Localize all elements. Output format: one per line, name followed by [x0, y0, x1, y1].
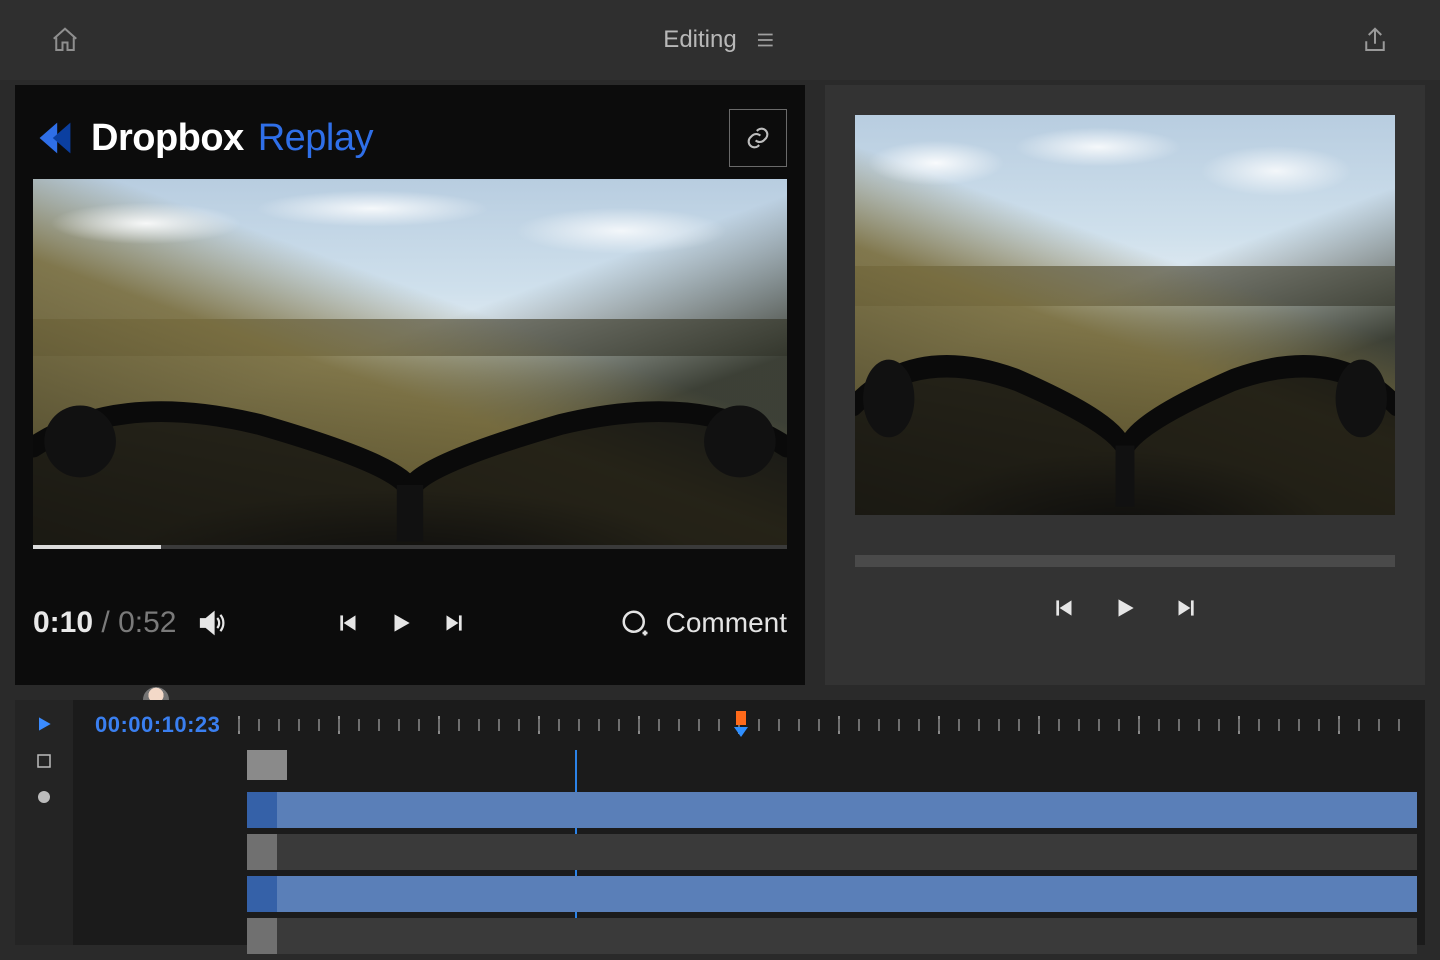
timeline-track[interactable] — [247, 750, 1417, 780]
preview-progress-bar[interactable] — [855, 555, 1395, 567]
playback-time: 0:10 / 0:52 — [33, 606, 176, 640]
duration: 0:52 — [118, 606, 176, 639]
timeline-record-icon[interactable] — [35, 788, 53, 806]
project-title: Editing — [663, 26, 736, 54]
add-comment-icon — [620, 608, 650, 638]
play-icon[interactable] — [388, 610, 414, 636]
timeline-panel: 00:00:10:23 — [15, 700, 1425, 945]
timeline-ruler-row: 00:00:10:23 — [73, 700, 1425, 750]
preview-panel — [825, 85, 1425, 685]
main-progress-fill — [33, 545, 161, 549]
comment-label: Comment — [666, 607, 787, 639]
timeline-track[interactable] — [247, 876, 1417, 912]
preview-play-icon[interactable] — [1112, 595, 1138, 621]
share-icon[interactable] — [1360, 25, 1390, 55]
replay-mark-icon — [33, 116, 77, 160]
add-comment-button[interactable]: Comment — [620, 607, 787, 639]
current-time: 0:10 — [33, 606, 93, 639]
main-video-viewport[interactable] — [33, 179, 787, 549]
timeline-body: 00:00:10:23 — [73, 700, 1425, 945]
menu-icon — [755, 29, 777, 51]
timeline-timecode: 00:00:10:23 — [95, 712, 220, 738]
link-icon — [744, 124, 772, 152]
preview-transport-controls — [855, 595, 1395, 621]
replay-panel: Dropbox Replay — [15, 85, 805, 685]
timeline-ruler[interactable] — [238, 709, 1417, 741]
logo-product: Replay — [258, 117, 373, 160]
preview-video-viewport[interactable] — [855, 115, 1395, 515]
timeline-track[interactable] — [247, 918, 1417, 954]
frame-back-icon[interactable] — [336, 610, 362, 636]
timeline-track[interactable] — [247, 792, 1417, 828]
top-bar: Editing — [0, 0, 1440, 80]
playhead-icon — [734, 727, 748, 737]
volume-icon[interactable] — [196, 608, 226, 638]
timeline-playhead[interactable] — [734, 711, 748, 741]
main-transport-controls — [336, 610, 466, 636]
timeline-play-icon[interactable] — [34, 714, 54, 734]
project-title-menu[interactable]: Editing — [663, 26, 776, 54]
timeline-track[interactable] — [247, 834, 1417, 870]
frame-forward-icon[interactable] — [440, 610, 466, 636]
home-icon[interactable] — [50, 25, 80, 55]
timeline-stop-icon[interactable] — [35, 752, 53, 770]
preview-frame-forward-icon[interactable] — [1172, 595, 1198, 621]
video-frame-foreground — [33, 379, 787, 549]
marker-icon — [736, 711, 746, 725]
copy-link-button[interactable] — [729, 109, 787, 167]
timeline-tracks[interactable] — [73, 750, 1417, 945]
dropbox-replay-logo: Dropbox Replay — [33, 116, 373, 160]
main-progress-bar[interactable] — [33, 545, 787, 549]
timeline-side-tools — [15, 700, 73, 945]
preview-frame-back-icon[interactable] — [1052, 595, 1078, 621]
logo-brand: Dropbox — [91, 117, 244, 160]
preview-frame-foreground — [855, 331, 1395, 515]
